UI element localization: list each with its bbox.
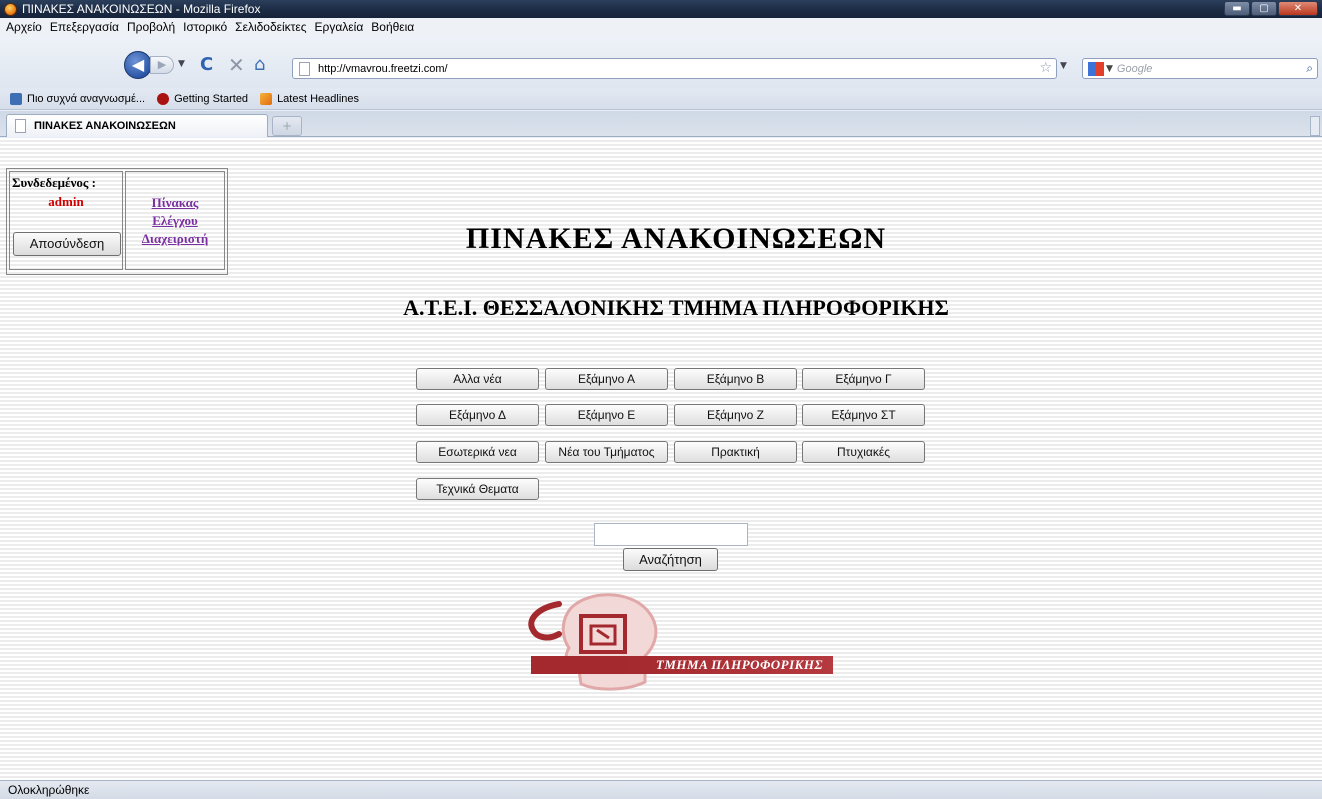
search-icon[interactable]: ⌕ <box>1306 61 1313 76</box>
logo-band: ΤΜΗΜΑ ΠΛΗΡΟΦΟΡΙΚΗΣ <box>531 656 833 674</box>
category-button[interactable]: Εξάμηνο Α <box>545 368 668 390</box>
menu-tools[interactable]: Εργαλεία <box>315 20 364 34</box>
menu-file[interactable]: Αρχείο <box>6 20 42 34</box>
menu-view[interactable]: Προβολή <box>127 20 175 34</box>
category-button[interactable]: Εξάμηνο Γ <box>802 368 925 390</box>
most-visited-icon <box>10 92 22 105</box>
minimize-button[interactable]: ▬ <box>1224 1 1250 16</box>
tab-active[interactable]: ΠΙΝΑΚΕΣ ΑΝΑΚΟΙΝΩΣΕΩΝ <box>6 114 268 137</box>
logo-text: ΤΜΗΜΑ ΠΛΗΡΟΦΟΡΙΚΗΣ <box>655 657 823 672</box>
google-icon[interactable] <box>1088 61 1104 76</box>
category-button[interactable]: Πρακτική <box>674 441 797 463</box>
username: admin <box>48 194 84 209</box>
category-button[interactable]: Εξάμηνο Β <box>674 368 797 390</box>
category-button[interactable]: Εξάμηνο ΣΤ <box>802 404 925 426</box>
category-button[interactable]: Τεχνικά Θεματα <box>416 478 539 500</box>
tab-list-button[interactable] <box>1310 116 1320 136</box>
bookmark-label: Latest Headlines <box>277 92 360 105</box>
firefox-icon <box>4 2 17 16</box>
url-text[interactable]: http://vmavrou.freetzi.com/ <box>318 63 448 75</box>
category-button[interactable]: Νέα του Τμήματος <box>545 441 668 463</box>
search-button[interactable]: Αναζήτηση <box>623 548 718 571</box>
category-button[interactable]: Εσωτερικά νεα <box>416 441 539 463</box>
web-search-box[interactable]: ▼ Google ⌕ <box>1082 58 1318 79</box>
url-dropdown-icon[interactable]: ▼ <box>1060 61 1067 71</box>
department-logo: ΤΜΗΜΑ ΠΛΗΡΟΦΟΡΙΚΗΣ <box>519 586 835 701</box>
bookmark-label: Getting Started <box>174 92 249 105</box>
tab-label: ΠΙΝΑΚΕΣ ΑΝΑΚΟΙΝΩΣΕΩΝ <box>34 120 176 132</box>
menu-edit[interactable]: Επεξεργασία <box>50 20 119 34</box>
bookmark-star-icon[interactable]: ☆ <box>1039 60 1052 76</box>
stop-icon[interactable]: ✕ <box>228 55 245 75</box>
bookmark-most-visited[interactable]: Πιο συχνά αναγνωσμέ... <box>10 92 146 105</box>
category-button[interactable]: Εξάμηνο Δ <box>416 404 539 426</box>
window-controls: ▬ ▢ ✕ <box>1224 1 1318 16</box>
connected-label: Συνδεδεμένος : <box>12 175 96 190</box>
head-logo-icon <box>528 593 658 691</box>
category-button[interactable]: Αλλα νέα <box>416 368 539 390</box>
history-dropdown-icon[interactable]: ▼ <box>178 59 185 69</box>
bookmark-getting-started[interactable]: Getting Started <box>157 92 249 105</box>
rss-feed-icon <box>260 92 273 105</box>
menu-help[interactable]: Βοήθεια <box>371 20 414 34</box>
bookmarks-toolbar: Πιο συχνά αναγνωσμέ... Getting Started L… <box>0 88 1322 110</box>
page-title: ΠΙΝΑΚΕΣ ΑΝΑΚΟΙΝΩΣΕΩΝ <box>465 222 887 255</box>
search-input[interactable] <box>594 523 748 546</box>
status-bar: Ολοκληρώθηκε <box>0 780 1322 799</box>
category-button[interactable]: Εξάμηνο Ζ <box>674 404 797 426</box>
back-button[interactable]: ◀ <box>124 51 152 79</box>
page-icon <box>15 119 26 133</box>
window-titlebar: ΠΙΝΑΚΕΣ ΑΝΑΚΟΙΝΩΣΕΩΝ - Mozilla Firefox ▬… <box>0 0 1322 18</box>
admin-panel-line[interactable]: Πίνακας <box>126 194 224 212</box>
forward-button[interactable]: ▶ <box>150 56 174 74</box>
close-button[interactable]: ✕ <box>1278 1 1318 16</box>
page-content: Συνδεδεμένος : admin Αποσύνδεση Πίνακας … <box>0 138 1322 780</box>
maximize-button[interactable]: ▢ <box>1251 1 1277 16</box>
category-button[interactable]: Πτυχιακές <box>802 441 925 463</box>
page-subtitle: Α.Τ.Ε.Ι. ΘΕΣΣΑΛΟΝΙΚΗΣ ΤΜΗΜΑ ΠΛΗΡΟΦΟΡΙΚΗΣ <box>403 295 949 320</box>
bookmark-latest-headlines[interactable]: Latest Headlines <box>260 92 360 105</box>
reload-icon[interactable]: C <box>200 55 213 75</box>
menu-bar: Αρχείο Επεξεργασία Προβολή Ιστορικό Σελι… <box>0 18 1322 36</box>
url-bar[interactable]: http://vmavrou.freetzi.com/ ☆ <box>292 58 1057 79</box>
category-button[interactable]: Εξάμηνο Ε <box>545 404 668 426</box>
menu-bookmarks[interactable]: Σελιδοδείκτες <box>235 20 306 34</box>
search-placeholder: Google <box>1116 62 1153 75</box>
page-icon <box>299 61 310 76</box>
getting-started-icon <box>157 92 170 105</box>
home-icon[interactable]: ⌂ <box>254 55 265 75</box>
new-tab-button[interactable]: + <box>272 116 302 136</box>
search-engine-dropdown-icon[interactable]: ▼ <box>1106 64 1113 74</box>
window-title: ΠΙΝΑΚΕΣ ΑΝΑΚΟΙΝΩΣΕΩΝ - Mozilla Firefox <box>22 2 261 16</box>
bookmark-label: Πιο συχνά αναγνωσμέ... <box>27 92 146 105</box>
tab-strip: ΠΙΝΑΚΕΣ ΑΝΑΚΟΙΝΩΣΕΩΝ + <box>0 111 1322 137</box>
menu-history[interactable]: Ιστορικό <box>183 20 227 34</box>
